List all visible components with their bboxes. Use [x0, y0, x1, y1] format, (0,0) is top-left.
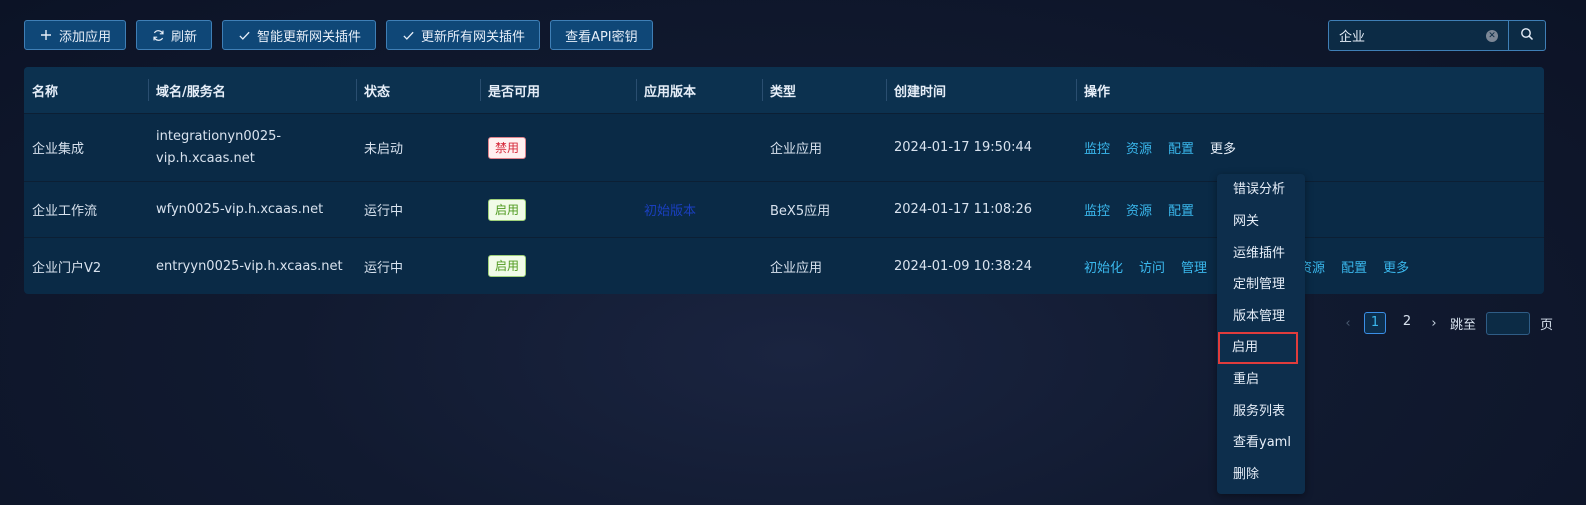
app-status: 未启动 — [364, 142, 404, 157]
status-badge-enabled: 启用 — [488, 255, 527, 277]
add-app-label: 添加应用 — [59, 29, 112, 45]
table-row: 企业集成 integrationyn0025- vip.h.xcaas.net … — [24, 114, 1544, 182]
chevron-left-icon[interactable]: ‹ — [1342, 316, 1354, 331]
config-link[interactable]: 配置 — [1168, 138, 1194, 157]
toolbar: 添加应用 刷新 智能更新网关插件 更新所有网关插件 查看API密钥 — [24, 20, 653, 50]
search-box: ✕ — [1328, 20, 1508, 51]
app-created: 2024-01-17 19:50:44 — [894, 140, 1033, 155]
app-domain: integrationyn0025- vip.h.xcaas.net — [148, 114, 356, 181]
refresh-label: 刷新 — [171, 29, 198, 45]
apps-table: 名称 域名/服务名 状态 是否可用 应用版本 类型 创建时间 操作 企业集成 i… — [24, 67, 1544, 294]
config-link[interactable]: 配置 — [1341, 257, 1367, 276]
menu-item-delete[interactable]: 删除 — [1217, 461, 1305, 489]
app-created: 2024-01-09 10:38:24 — [894, 258, 1033, 274]
page-1-button[interactable]: 1 — [1364, 312, 1386, 334]
app-name: 企业集成 — [32, 142, 85, 157]
visit-link[interactable]: 访问 — [1139, 257, 1165, 276]
page-suffix-label: 页 — [1540, 317, 1554, 333]
app-domain: wfyn0025-vip.h.xcaas.net — [156, 202, 324, 217]
app-created: 2024-01-17 11:08:26 — [894, 202, 1033, 217]
app-type: 企业应用 — [770, 142, 823, 157]
search-icon — [1520, 27, 1534, 45]
refresh-icon — [151, 28, 165, 42]
app-domain: entryyn0025-vip.h.xcaas.net — [156, 258, 343, 274]
view-api-key-button[interactable]: 查看API密钥 — [550, 20, 653, 50]
smart-update-plugins-button[interactable]: 智能更新网关插件 — [222, 20, 377, 50]
app-status: 运行中 — [364, 204, 404, 219]
pagination: ‹ 1 2 › 跳至 页 — [1342, 311, 1553, 335]
page-2-button[interactable]: 2 — [1396, 312, 1418, 334]
menu-item-service-list[interactable]: 服务列表 — [1217, 398, 1305, 426]
menu-item-ops-plugin[interactable]: 运维插件 — [1217, 240, 1305, 268]
header-actions: 操作 — [1076, 67, 1544, 113]
app-version: 初始版本 — [636, 182, 762, 237]
refresh-button[interactable]: 刷新 — [136, 20, 213, 50]
search-input[interactable] — [1329, 21, 1489, 50]
table-header: 名称 域名/服务名 状态 是否可用 应用版本 类型 创建时间 操作 — [24, 67, 1544, 114]
app-domain-line2: vip.h.xcaas.net — [156, 150, 255, 166]
menu-item-enable[interactable]: 启用 — [1218, 332, 1298, 364]
availability-cell: 启用 — [480, 238, 636, 294]
menu-item-gateway[interactable]: 网关 — [1217, 208, 1305, 236]
menu-item-error-analysis[interactable]: 错误分析 — [1217, 176, 1305, 204]
smart-update-label: 智能更新网关插件 — [257, 29, 362, 45]
app-version — [636, 114, 762, 181]
menu-item-version-management[interactable]: 版本管理 — [1217, 303, 1305, 331]
view-api-key-label: 查看API密钥 — [565, 29, 638, 45]
config-link[interactable]: 配置 — [1168, 200, 1194, 219]
chevron-right-icon[interactable]: › — [1428, 316, 1440, 331]
jump-to-label: 跳至 — [1450, 317, 1477, 333]
more-actions-dropdown: 错误分析 网关 运维插件 定制管理 版本管理 启用 重启 服务列表 查看yaml… — [1217, 174, 1305, 494]
actions-cell: 监控 资源 配置 — [1076, 182, 1544, 237]
actions-cell: 监控 资源 配置 更多 — [1076, 114, 1544, 181]
more-link[interactable]: 更多 — [1383, 257, 1409, 276]
update-all-plugins-button[interactable]: 更新所有网关插件 — [386, 20, 541, 50]
menu-item-restart[interactable]: 重启 — [1217, 366, 1305, 394]
app-type: BeX5应用 — [770, 204, 831, 219]
header-status: 状态 — [356, 67, 480, 113]
clear-icon[interactable]: ✕ — [1486, 30, 1498, 42]
manage-link[interactable]: 管理 — [1181, 257, 1207, 276]
header-created: 创建时间 — [886, 67, 1076, 113]
header-availability: 是否可用 — [480, 67, 636, 113]
header-name: 名称 — [32, 84, 59, 100]
plus-icon — [39, 28, 53, 42]
initialize-link[interactable]: 初始化 — [1084, 257, 1123, 276]
actions-cell: 初始化 访问 管理 资源 配置 更多 — [1076, 238, 1544, 294]
app-type: 企业应用 — [770, 260, 823, 276]
availability-cell: 禁用 — [480, 114, 636, 181]
status-badge-enabled: 启用 — [488, 198, 527, 221]
app-name: 企业工作流 — [32, 204, 98, 219]
add-app-button[interactable]: 添加应用 — [24, 20, 127, 50]
table-row: 企业门户V2 entryyn0025-vip.h.xcaas.net 运行中 启… — [24, 238, 1544, 294]
header-domain: 域名/服务名 — [148, 67, 356, 113]
app-name: 企业门户V2 — [32, 260, 102, 276]
header-version: 应用版本 — [636, 67, 762, 113]
version-link[interactable]: 初始版本 — [644, 200, 696, 219]
app-domain-line1: integrationyn0025- — [156, 128, 282, 144]
update-all-label: 更新所有网关插件 — [421, 29, 526, 45]
resources-link[interactable]: 资源 — [1126, 138, 1152, 157]
resources-link[interactable]: 资源 — [1126, 200, 1152, 219]
status-badge-disabled: 禁用 — [488, 136, 527, 159]
check-icon — [237, 28, 251, 42]
search-button[interactable] — [1508, 20, 1546, 51]
availability-cell: 启用 — [480, 182, 636, 237]
check-icon — [401, 28, 415, 42]
app-version — [636, 238, 762, 294]
menu-item-custom-management[interactable]: 定制管理 — [1217, 271, 1305, 299]
app-status: 运行中 — [364, 260, 404, 276]
header-type: 类型 — [762, 67, 886, 113]
monitor-link[interactable]: 监控 — [1084, 200, 1110, 219]
search-bar: ✕ — [1328, 20, 1546, 51]
table-row: 企业工作流 wfyn0025-vip.h.xcaas.net 运行中 启用 初始… — [24, 182, 1544, 238]
jump-page-input[interactable] — [1486, 311, 1531, 335]
more-link[interactable]: 更多 — [1210, 138, 1236, 157]
monitor-link[interactable]: 监控 — [1084, 138, 1110, 157]
menu-item-view-yaml[interactable]: 查看yaml — [1217, 429, 1305, 457]
